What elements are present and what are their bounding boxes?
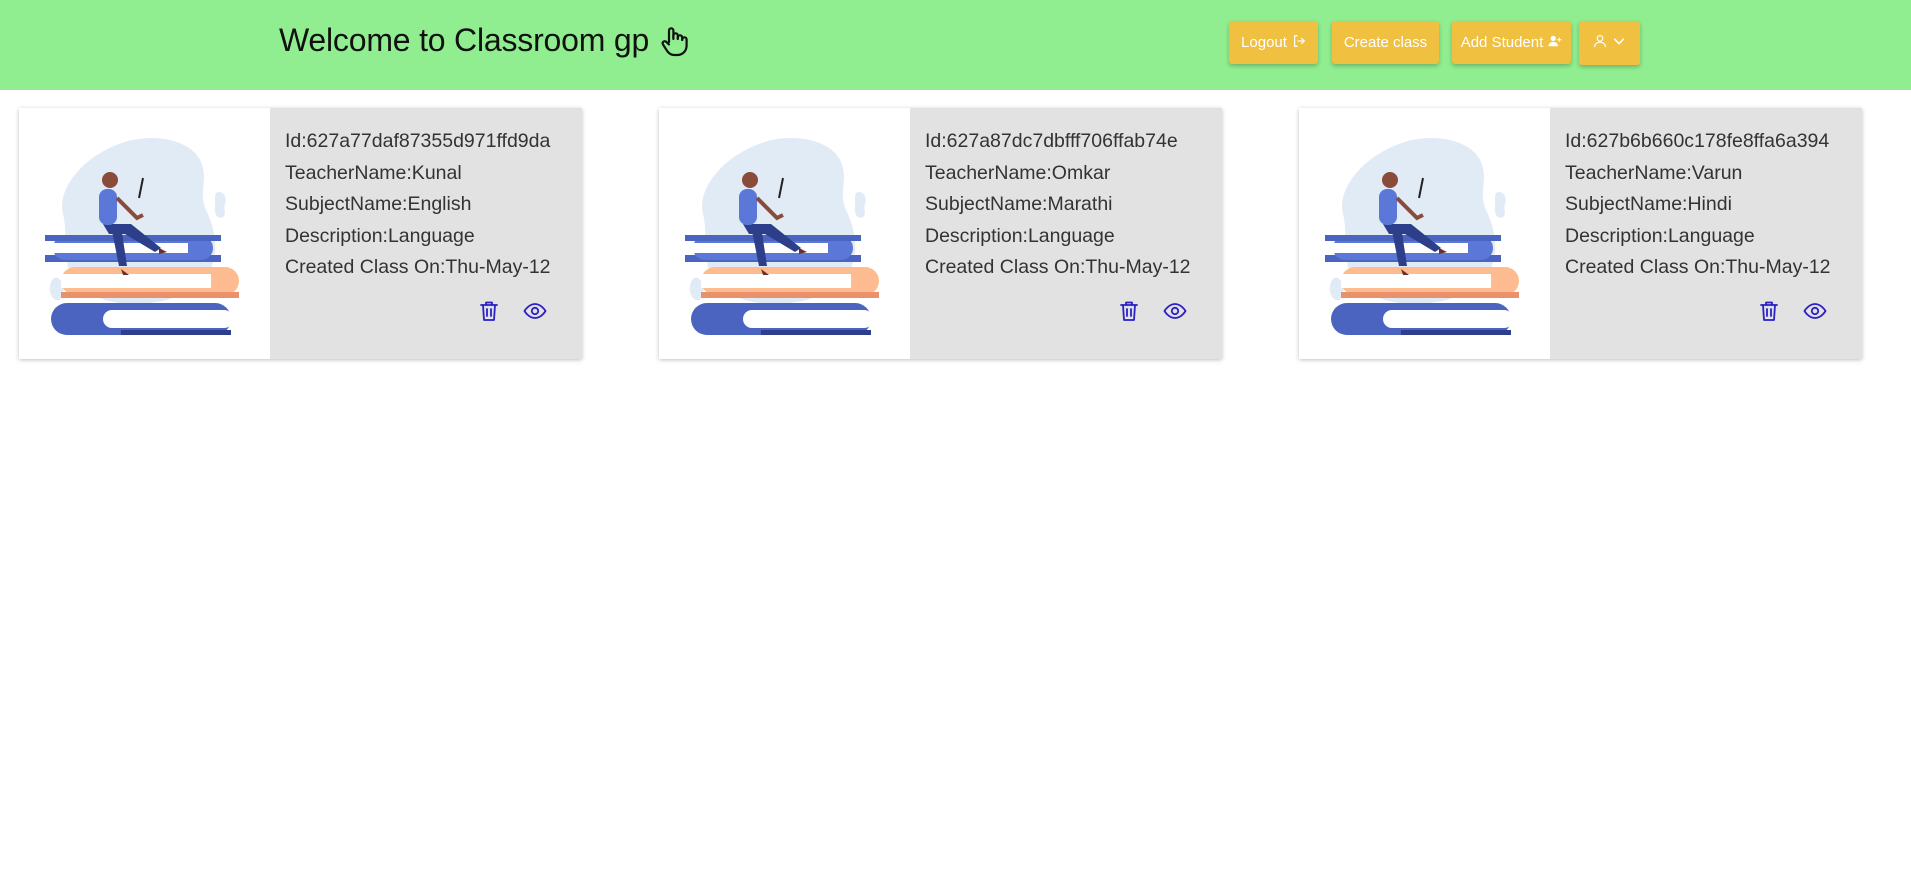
chevron-down-icon [1612,34,1626,52]
teacher-name: TeacherName:Kunal [285,161,462,184]
person-on-books-illustration [685,138,879,335]
user-icon [1593,34,1607,52]
class-illustration [1299,108,1550,359]
user-plus-icon [1548,34,1562,52]
class-illustration [659,108,910,359]
class-id: Id:627a77daf87355d971ffd9da [285,130,551,152]
class-id: Id:627a87dc7dbfff706ffab74e [925,130,1178,152]
class-card: Id:627a87dc7dbfff706ffab74e TeacherName:… [659,108,1222,359]
eye-icon[interactable] [1803,299,1827,323]
trash-icon[interactable] [477,299,501,323]
person-on-books-illustration [45,138,239,335]
class-description: Description:Language [285,224,475,247]
person-on-books-illustration [1325,138,1519,335]
card-actions [1117,299,1187,323]
class-card: Id:627b6b660c178fe8ffa6a394 TeacherName:… [1299,108,1862,359]
card-actions [477,299,547,323]
hand-pointer-icon [657,24,691,58]
add-student-button-label: Add Student [1460,34,1544,51]
class-card: Id:627a77daf87355d971ffd9da TeacherName:… [19,108,582,359]
teacher-name: TeacherName:Varun [1565,161,1743,184]
navbar: Welcome to Classroom gp Logout Create cl… [0,0,1911,90]
add-student-button[interactable]: Add Student [1452,21,1571,64]
page-title-text: Welcome to Classroom gp [279,22,650,58]
logout-button-label: Logout [1241,34,1287,51]
class-illustration [19,108,270,359]
class-info: Id:627b6b660c178fe8ffa6a394 TeacherName:… [1565,126,1831,284]
class-id: Id:627b6b660c178fe8ffa6a394 [1565,130,1830,152]
page-title: Welcome to Classroom gp [279,22,691,59]
create-class-button-label: Create class [1343,34,1428,51]
create-class-button[interactable]: Create class [1332,21,1439,64]
subject-name: SubjectName:Marathi [925,193,1113,215]
trash-icon[interactable] [1757,299,1781,323]
logout-button[interactable]: Logout [1229,21,1318,64]
trash-icon[interactable] [1117,299,1141,323]
class-info: Id:627a77daf87355d971ffd9da TeacherName:… [285,126,551,284]
created-date: Created Class On:Thu-May-12 [925,256,1191,278]
class-description: Description:Language [1565,224,1755,247]
card-actions [1757,299,1827,323]
eye-icon[interactable] [523,299,547,323]
user-menu-button[interactable] [1579,21,1640,65]
class-info: Id:627a87dc7dbfff706ffab74e TeacherName:… [925,126,1191,284]
subject-name: SubjectName:English [285,193,472,215]
created-date: Created Class On:Thu-May-12 [285,256,551,278]
subject-name: SubjectName:Hindi [1565,193,1732,215]
created-date: Created Class On:Thu-May-12 [1565,256,1831,278]
eye-icon[interactable] [1163,299,1187,323]
sign-out-icon [1292,34,1306,52]
class-description: Description:Language [925,224,1115,247]
teacher-name: TeacherName:Omkar [925,161,1111,184]
